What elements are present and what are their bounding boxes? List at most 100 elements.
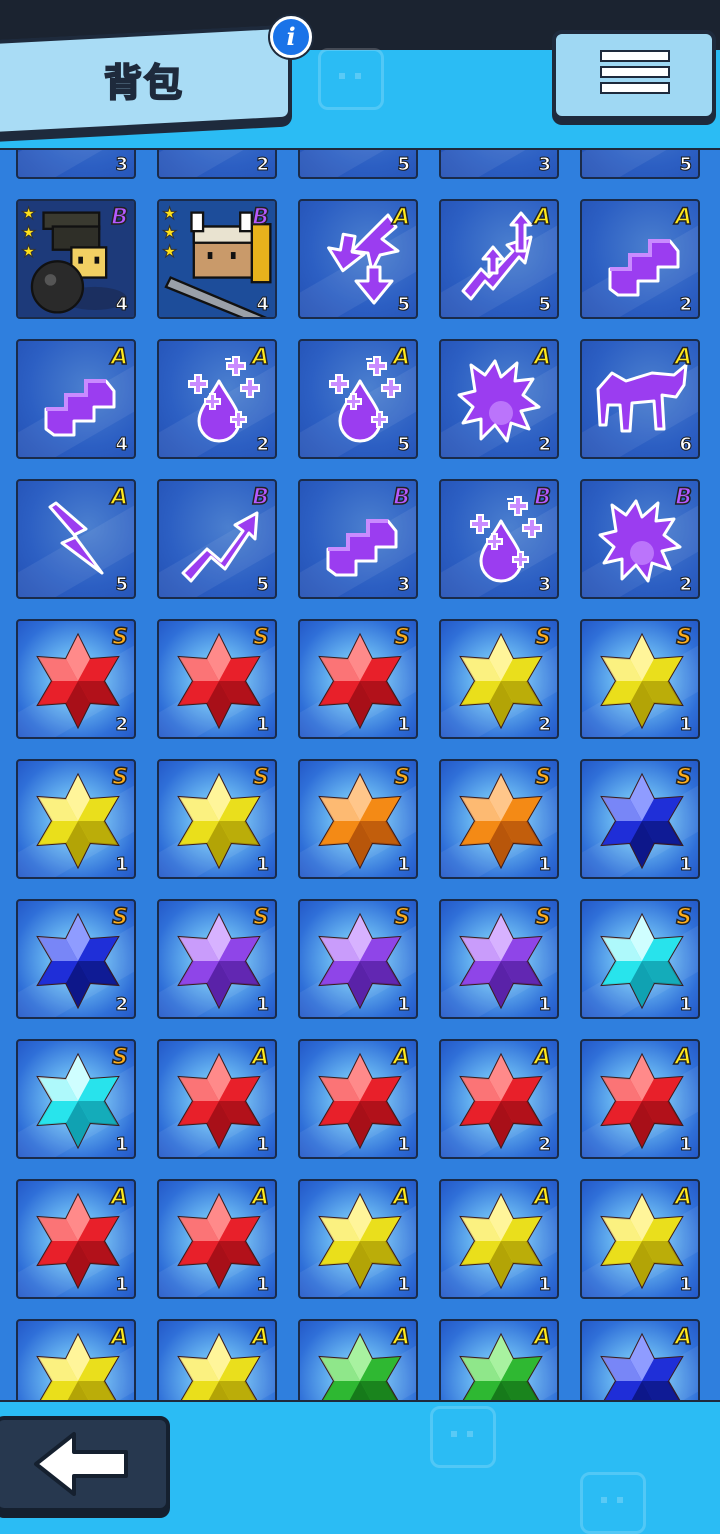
grade-badge: B [533, 484, 551, 511]
inventory-slot[interactable]: A [298, 1319, 418, 1400]
inventory-slot[interactable]: A [157, 1319, 277, 1400]
grade-badge: A [533, 1044, 552, 1071]
inventory-slot[interactable]: A [580, 1319, 700, 1400]
inventory-slot[interactable]: S1 [16, 759, 136, 879]
item-count: 1 [115, 1274, 128, 1296]
grade-badge: A [533, 1184, 552, 1211]
item-count: 5 [256, 574, 269, 596]
item-count: 1 [397, 854, 410, 876]
item-count: 5 [397, 294, 410, 316]
grade-badge: A [392, 1044, 411, 1071]
inventory-slot[interactable]: S1 [298, 759, 418, 879]
inventory-slot[interactable]: 5 [298, 150, 418, 179]
item-count: 4 [256, 294, 269, 316]
inventory-slot[interactable]: A1 [298, 1039, 418, 1159]
inventory-slot[interactable]: S1 [298, 899, 418, 1019]
item-count: 5 [538, 294, 551, 316]
inventory-slot[interactable]: A5 [439, 199, 559, 319]
grade-badge: A [674, 1044, 693, 1071]
inventory-slot[interactable]: A [16, 1319, 136, 1400]
inventory-slot[interactable]: A2 [580, 199, 700, 319]
inventory-slot[interactable]: S1 [157, 899, 277, 1019]
info-icon[interactable]: i [270, 16, 312, 58]
menu-button[interactable] [552, 30, 716, 120]
inventory-slot[interactable]: S1 [157, 619, 277, 739]
inventory-slot[interactable]: ★ ★ ★ B 4 [16, 199, 136, 319]
grade-badge: S [675, 764, 692, 791]
grade-badge: A [674, 204, 693, 231]
grade-badge: A [110, 1184, 129, 1211]
inventory-slot[interactable]: A6 [580, 339, 700, 459]
background-face-decoration [318, 48, 384, 110]
inventory-grid[interactable]: 3 2 5 3 5 ★ ★ ★ B 4 ★ ★ ★ B 4 A 5 A 5 A 2 A 4 A 2 A 5 A 2 A 6 A 5 B 5 B 3 B 3 B… [0, 148, 720, 1402]
item-count: 4 [115, 434, 128, 456]
star-icon: ★ [162, 242, 178, 262]
inventory-slot[interactable]: S1 [16, 1039, 136, 1159]
inventory-slot[interactable]: A1 [157, 1179, 277, 1299]
grade-badge: A [533, 1324, 552, 1351]
inventory-slot[interactable]: S2 [439, 619, 559, 739]
inventory-slot[interactable]: S1 [439, 759, 559, 879]
inventory-slot[interactable]: 3 [16, 150, 136, 179]
item-count: 1 [256, 1274, 269, 1296]
grade-badge: S [393, 764, 410, 791]
item-count: 2 [256, 154, 269, 176]
inventory-slot[interactable]: 3 [439, 150, 559, 179]
grade-badge: S [393, 624, 410, 651]
inventory-slot[interactable]: S1 [439, 899, 559, 1019]
inventory-slot[interactable]: A4 [16, 339, 136, 459]
inventory-slot[interactable]: A1 [157, 1039, 277, 1159]
inventory-slot[interactable]: S2 [16, 899, 136, 1019]
item-count: 1 [679, 1134, 692, 1156]
grade-badge: A [392, 1324, 411, 1351]
inventory-slot[interactable]: A1 [580, 1179, 700, 1299]
item-count: 1 [256, 854, 269, 876]
item-count: 2 [115, 994, 128, 1016]
back-button[interactable] [0, 1416, 170, 1512]
item-count: 1 [256, 1134, 269, 1156]
sword-icon [310, 150, 410, 171]
inventory-slot[interactable]: S1 [580, 759, 700, 879]
grade-badge: S [534, 764, 551, 791]
item-count: 2 [538, 1134, 551, 1156]
inventory-slot[interactable]: A1 [16, 1179, 136, 1299]
star-icon: ★ [162, 204, 178, 224]
inventory-slot[interactable]: S1 [580, 619, 700, 739]
background-face-decoration [430, 1406, 496, 1468]
inventory-slot[interactable]: A1 [580, 1039, 700, 1159]
inventory-slot[interactable]: B5 [157, 479, 277, 599]
inventory-slot[interactable]: S1 [157, 759, 277, 879]
inventory-slot[interactable]: S2 [16, 619, 136, 739]
grade-badge: B [674, 484, 692, 511]
star-icon: ★ [21, 204, 37, 224]
inventory-slot[interactable]: A2 [157, 339, 277, 459]
inventory-slot[interactable]: S1 [298, 619, 418, 739]
inventory-slot[interactable]: A5 [298, 339, 418, 459]
inventory-slot[interactable]: A1 [298, 1179, 418, 1299]
background-face-decoration [580, 1472, 646, 1534]
inventory-slot[interactable]: A2 [439, 1039, 559, 1159]
inventory-slot[interactable]: ★ ★ ★ B 4 [157, 199, 277, 319]
inventory-slot[interactable]: A5 [298, 199, 418, 319]
inventory-slot[interactable]: 2 [157, 150, 277, 179]
inventory-slot[interactable]: A [439, 1319, 559, 1400]
item-count: 1 [115, 1134, 128, 1156]
grade-badge: S [111, 624, 128, 651]
sword-icon [592, 150, 692, 171]
inventory-slot[interactable]: B2 [580, 479, 700, 599]
inventory-slot[interactable]: 5 [580, 150, 700, 179]
page-title: 背包 [103, 60, 185, 106]
grade-badge: S [252, 624, 269, 651]
inventory-slot[interactable]: A5 [16, 479, 136, 599]
grade-badge: S [111, 904, 128, 931]
inventory-slot[interactable]: B3 [439, 479, 559, 599]
inventory-slot[interactable]: B3 [298, 479, 418, 599]
item-count: 1 [256, 714, 269, 736]
inventory-slot[interactable]: A2 [439, 339, 559, 459]
item-count: 1 [538, 994, 551, 1016]
item-count: 1 [679, 1274, 692, 1296]
inventory-slot[interactable]: A1 [439, 1179, 559, 1299]
inventory-slot[interactable]: S1 [580, 899, 700, 1019]
item-count: 3 [115, 154, 128, 176]
star-rating: ★ ★ ★ [21, 204, 41, 262]
